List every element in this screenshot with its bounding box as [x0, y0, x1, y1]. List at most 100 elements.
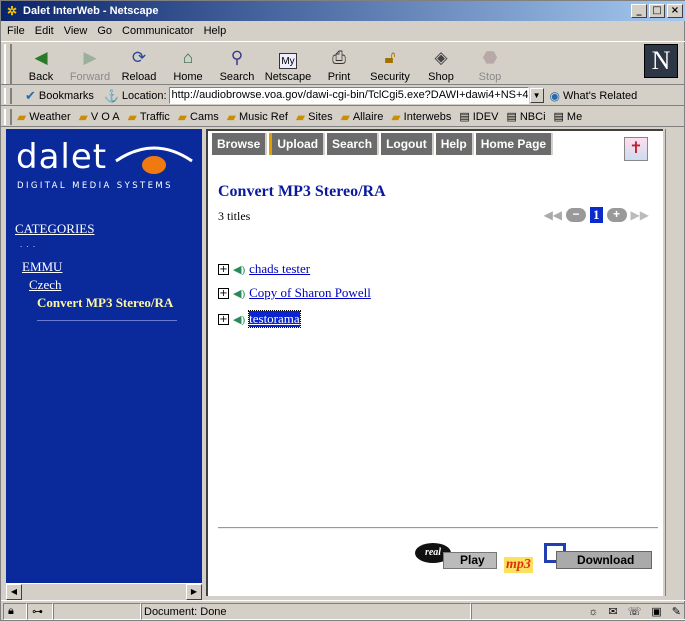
- bookmark-cams[interactable]: ▰ Cams: [178, 110, 219, 124]
- close-button[interactable]: ×: [667, 4, 683, 18]
- page-title: Convert MP3 Stereo/RA: [218, 183, 386, 200]
- stop-label: Stop: [478, 71, 502, 83]
- menu-help[interactable]: Help: [204, 25, 227, 37]
- title-link-selected[interactable]: testorama: [248, 310, 301, 328]
- bookmark-allaire[interactable]: ▰ Allaire: [341, 110, 384, 124]
- last-page-icon[interactable]: ▶▶: [631, 208, 649, 222]
- url-field[interactable]: http://audiobrowse.voa.gov/dawi-cgi-bin/…: [168, 87, 529, 104]
- speaker-icon[interactable]: ◀): [233, 263, 245, 276]
- security-button[interactable]: 🔓︎ Security: [366, 42, 414, 86]
- back-label: Back: [28, 71, 54, 83]
- navigation-toolbar: ◀ Back ▶ Forward ⟳ Reload ⌂ Home ⚲ Searc…: [1, 41, 685, 85]
- mail-icon[interactable]: ✉: [608, 605, 617, 618]
- menu-edit[interactable]: Edit: [35, 25, 54, 37]
- reload-icon: ⟳: [131, 48, 147, 67]
- bookmark-nbci[interactable]: ▤ NBCi: [506, 110, 545, 124]
- previous-page-button[interactable]: −: [566, 208, 587, 222]
- window-title: Dalet InterWeb - Netscape: [23, 5, 159, 17]
- bookmarks-icon: ✔: [25, 87, 36, 103]
- bookmark-weather[interactable]: ▰ Weather: [17, 110, 71, 124]
- pager: ◀◀ − 1 + ▶▶: [544, 207, 649, 223]
- page-icon: ▤: [553, 111, 564, 123]
- scroll-left-button[interactable]: ◀: [6, 584, 22, 600]
- nav-upload[interactable]: Upload: [269, 133, 326, 155]
- menu-go[interactable]: Go: [97, 25, 112, 37]
- print-button[interactable]: ⎙ Print: [317, 42, 361, 86]
- bookmark-traffic[interactable]: ▰ Traffic: [128, 110, 170, 124]
- maximize-button[interactable]: □: [649, 4, 665, 18]
- list-item: + ◀) Copy of Sharon Powell: [218, 285, 371, 301]
- tree-item-czech[interactable]: Czech: [29, 277, 61, 293]
- forward-button[interactable]: ▶ Forward: [68, 42, 112, 86]
- bookmark-sites[interactable]: ▰ Sites: [296, 110, 333, 124]
- bookmark-idev[interactable]: ▤ IDEV: [459, 110, 498, 124]
- security-label: Security: [370, 71, 410, 83]
- first-page-icon[interactable]: ◀◀: [544, 208, 562, 222]
- download-label: Download: [556, 551, 652, 569]
- menu-file[interactable]: File: [7, 25, 25, 37]
- toolbar-grip[interactable]: [4, 44, 12, 84]
- categories-link[interactable]: CATEGORIES: [15, 221, 94, 237]
- page-icon: ▤: [506, 111, 517, 123]
- folder-icon: ▰: [78, 109, 88, 124]
- next-page-button[interactable]: +: [606, 208, 627, 222]
- dalet-logo: dalet DIGITAL MEDIA SYSTEMS: [14, 137, 194, 195]
- nav-logout[interactable]: Logout: [381, 133, 434, 155]
- site-nav: Browse Upload Search Logout Help Home Pa…: [212, 133, 554, 155]
- print-label: Print: [327, 71, 351, 83]
- nav-browse[interactable]: Browse: [212, 133, 268, 155]
- vertical-scrollbar[interactable]: [665, 129, 681, 596]
- minimize-button[interactable]: _: [631, 4, 647, 18]
- title-link[interactable]: chads tester: [249, 261, 310, 277]
- stop-icon: ⬣: [482, 48, 498, 67]
- bookmark-label: Allaire: [352, 110, 384, 123]
- reload-button[interactable]: ⟳ Reload: [117, 42, 161, 86]
- navigator-icon[interactable]: ☼: [588, 606, 598, 618]
- personal-grip[interactable]: [4, 109, 12, 125]
- expand-icon[interactable]: +: [218, 263, 229, 275]
- security-status-icon[interactable]: 🔒︎: [3, 603, 27, 620]
- speaker-icon[interactable]: ◀): [233, 313, 245, 326]
- search-icon: ⚲: [230, 48, 244, 67]
- netscape-label: Netscape: [264, 71, 312, 83]
- title-link[interactable]: Copy of Sharon Powell: [249, 285, 371, 301]
- back-button[interactable]: ◀ Back: [19, 42, 63, 86]
- bookmark-voa[interactable]: ▰ V O A: [79, 110, 120, 124]
- location-icon: ⚓: [103, 88, 119, 103]
- bookmark-interwebs[interactable]: ▰ Interwebs: [391, 110, 451, 124]
- expand-icon[interactable]: +: [218, 287, 229, 299]
- sidebar-horizontal-scrollbar[interactable]: ◀ ▶: [6, 583, 202, 600]
- location-grip[interactable]: [4, 88, 12, 104]
- scroll-right-button[interactable]: ▶: [186, 584, 202, 600]
- real-play-label: Play: [443, 552, 497, 569]
- page-icon: ▤: [459, 111, 470, 123]
- menu-communicator[interactable]: Communicator: [122, 25, 194, 37]
- expand-icon[interactable]: +: [218, 313, 229, 325]
- folder-icon: ▰: [17, 109, 27, 124]
- composer-icon[interactable]: ✎: [672, 605, 681, 618]
- menu-view[interactable]: View: [64, 25, 88, 37]
- nav-help[interactable]: Help: [435, 133, 474, 155]
- bookmarks-button[interactable]: Bookmarks: [39, 90, 94, 102]
- bookmark-label: Music Ref: [238, 110, 288, 123]
- speaker-icon[interactable]: ◀): [233, 287, 245, 300]
- stop-button[interactable]: ⬣ Stop: [468, 42, 512, 86]
- bookmark-music-ref[interactable]: ▰ Music Ref: [227, 110, 288, 124]
- real-play-button[interactable]: real Play: [415, 543, 497, 571]
- bookmark-me[interactable]: ▤ Me: [553, 110, 583, 124]
- netscape-button[interactable]: My Netscape: [264, 42, 312, 86]
- tree-item-emmu[interactable]: EMMU: [22, 259, 62, 275]
- shop-button[interactable]: ◈ Shop: [419, 42, 463, 86]
- netscape-logo[interactable]: N: [644, 44, 678, 78]
- url-dropdown-button[interactable]: ▼: [529, 88, 544, 103]
- search-button[interactable]: ⚲ Search: [215, 42, 259, 86]
- address-book-icon[interactable]: ▣: [651, 605, 661, 618]
- running-man-icon[interactable]: ✝: [624, 137, 648, 161]
- home-button[interactable]: ⌂ Home: [166, 42, 210, 86]
- whats-related-button[interactable]: What's Related: [563, 90, 637, 102]
- nav-search[interactable]: Search: [327, 133, 380, 155]
- mp3-icon[interactable]: mp3: [504, 557, 533, 573]
- download-button[interactable]: Download: [544, 543, 654, 571]
- nav-home-page[interactable]: Home Page: [475, 133, 554, 155]
- newsgroups-icon[interactable]: ☏: [628, 605, 642, 618]
